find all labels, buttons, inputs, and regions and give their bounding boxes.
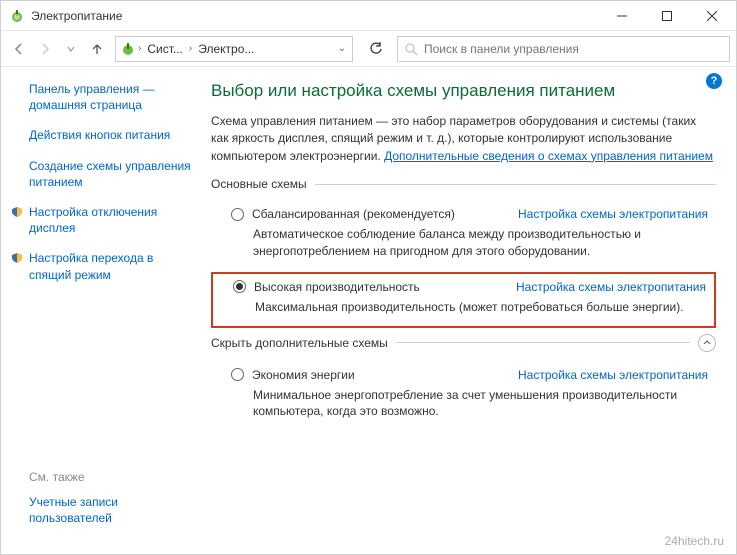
change-plan-settings-link[interactable]: Настройка схемы электропитания <box>516 280 706 294</box>
plan-balanced: Сбалансированная (рекомендуется) Настрой… <box>211 201 716 270</box>
refresh-button[interactable] <box>363 36 389 62</box>
chevron-down-icon[interactable]: ⌄ <box>338 43 348 54</box>
radio-power-saver[interactable] <box>231 368 244 381</box>
minimize-button[interactable] <box>599 2 644 30</box>
recent-dropdown[interactable] <box>59 37 83 61</box>
search-input[interactable] <box>424 42 723 56</box>
up-button[interactable] <box>85 37 109 61</box>
shield-icon <box>11 206 23 218</box>
divider <box>315 184 716 185</box>
content: Панель управления — домашняя страница Де… <box>1 67 736 554</box>
titlebar: Электропитание <box>1 1 736 31</box>
plan-power-saver: Экономия энергии Настройка схемы электро… <box>211 362 716 431</box>
plan-name: Экономия энергии <box>252 368 355 382</box>
sidebar-home-link[interactable]: Панель управления — домашняя страница <box>29 81 197 113</box>
power-options-icon <box>120 41 136 57</box>
main-panel: ? Выбор или настройка схемы управления п… <box>211 67 736 554</box>
radio-high-performance[interactable] <box>233 280 246 293</box>
toolbar: › Сист... › Электро... ⌄ <box>1 31 736 67</box>
plan-high-performance: Высокая производительность Настройка схе… <box>211 272 716 328</box>
section-extra-plans: Скрыть дополнительные схемы <box>211 334 716 352</box>
page-description: Схема управления питанием — это набор па… <box>211 113 716 165</box>
forward-button[interactable] <box>33 37 57 61</box>
plan-name: Высокая производительность <box>254 280 420 294</box>
breadcrumb-segment[interactable]: Сист... <box>143 42 187 56</box>
sidebar-create-plan-link[interactable]: Создание схемы управления питанием <box>29 158 197 190</box>
change-plan-settings-link[interactable]: Настройка схемы электропитания <box>518 368 708 382</box>
breadcrumb[interactable]: › Сист... › Электро... ⌄ <box>115 36 353 62</box>
close-button[interactable] <box>689 2 734 30</box>
plan-description: Автоматическое соблюдение баланса между … <box>253 226 708 260</box>
sidebar-see-also-heading: См. также <box>29 470 197 484</box>
shield-icon <box>11 252 23 264</box>
change-plan-settings-link[interactable]: Настройка схемы электропитания <box>518 207 708 221</box>
learn-more-link[interactable]: Дополнительные сведения о схемах управле… <box>384 149 713 163</box>
divider <box>396 342 690 343</box>
chevron-right-icon[interactable]: › <box>136 43 143 54</box>
watermark: 24hitech.ru <box>665 534 724 548</box>
plan-description: Минимальное энергопотребление за счет ум… <box>253 387 708 421</box>
window-controls <box>599 2 734 30</box>
help-button[interactable]: ? <box>706 73 722 89</box>
sidebar: Панель управления — домашняя страница Де… <box>1 67 211 554</box>
sidebar-buttons-action-link[interactable]: Действия кнопок питания <box>29 127 197 143</box>
section-main-plans: Основные схемы <box>211 177 716 191</box>
sidebar-display-off-link[interactable]: Настройка отключения дисплея <box>29 204 197 236</box>
maximize-button[interactable] <box>644 2 689 30</box>
breadcrumb-segment[interactable]: Электро... <box>194 42 258 56</box>
window-title: Электропитание <box>31 9 599 23</box>
plan-name: Сбалансированная (рекомендуется) <box>252 207 455 221</box>
radio-balanced[interactable] <box>231 208 244 221</box>
back-button[interactable] <box>7 37 31 61</box>
power-options-icon <box>9 8 25 24</box>
sidebar-user-accounts-link[interactable]: Учетные записи пользователей <box>29 494 197 526</box>
search-icon <box>404 42 418 56</box>
sidebar-sleep-link[interactable]: Настройка перехода в спящий режим <box>29 250 197 282</box>
plan-description: Максимальная производительность (может п… <box>255 299 706 316</box>
page-title: Выбор или настройка схемы управления пит… <box>211 81 716 101</box>
search-bar[interactable] <box>397 36 730 62</box>
collapse-button[interactable] <box>698 334 716 352</box>
chevron-right-icon[interactable]: › <box>187 43 194 54</box>
